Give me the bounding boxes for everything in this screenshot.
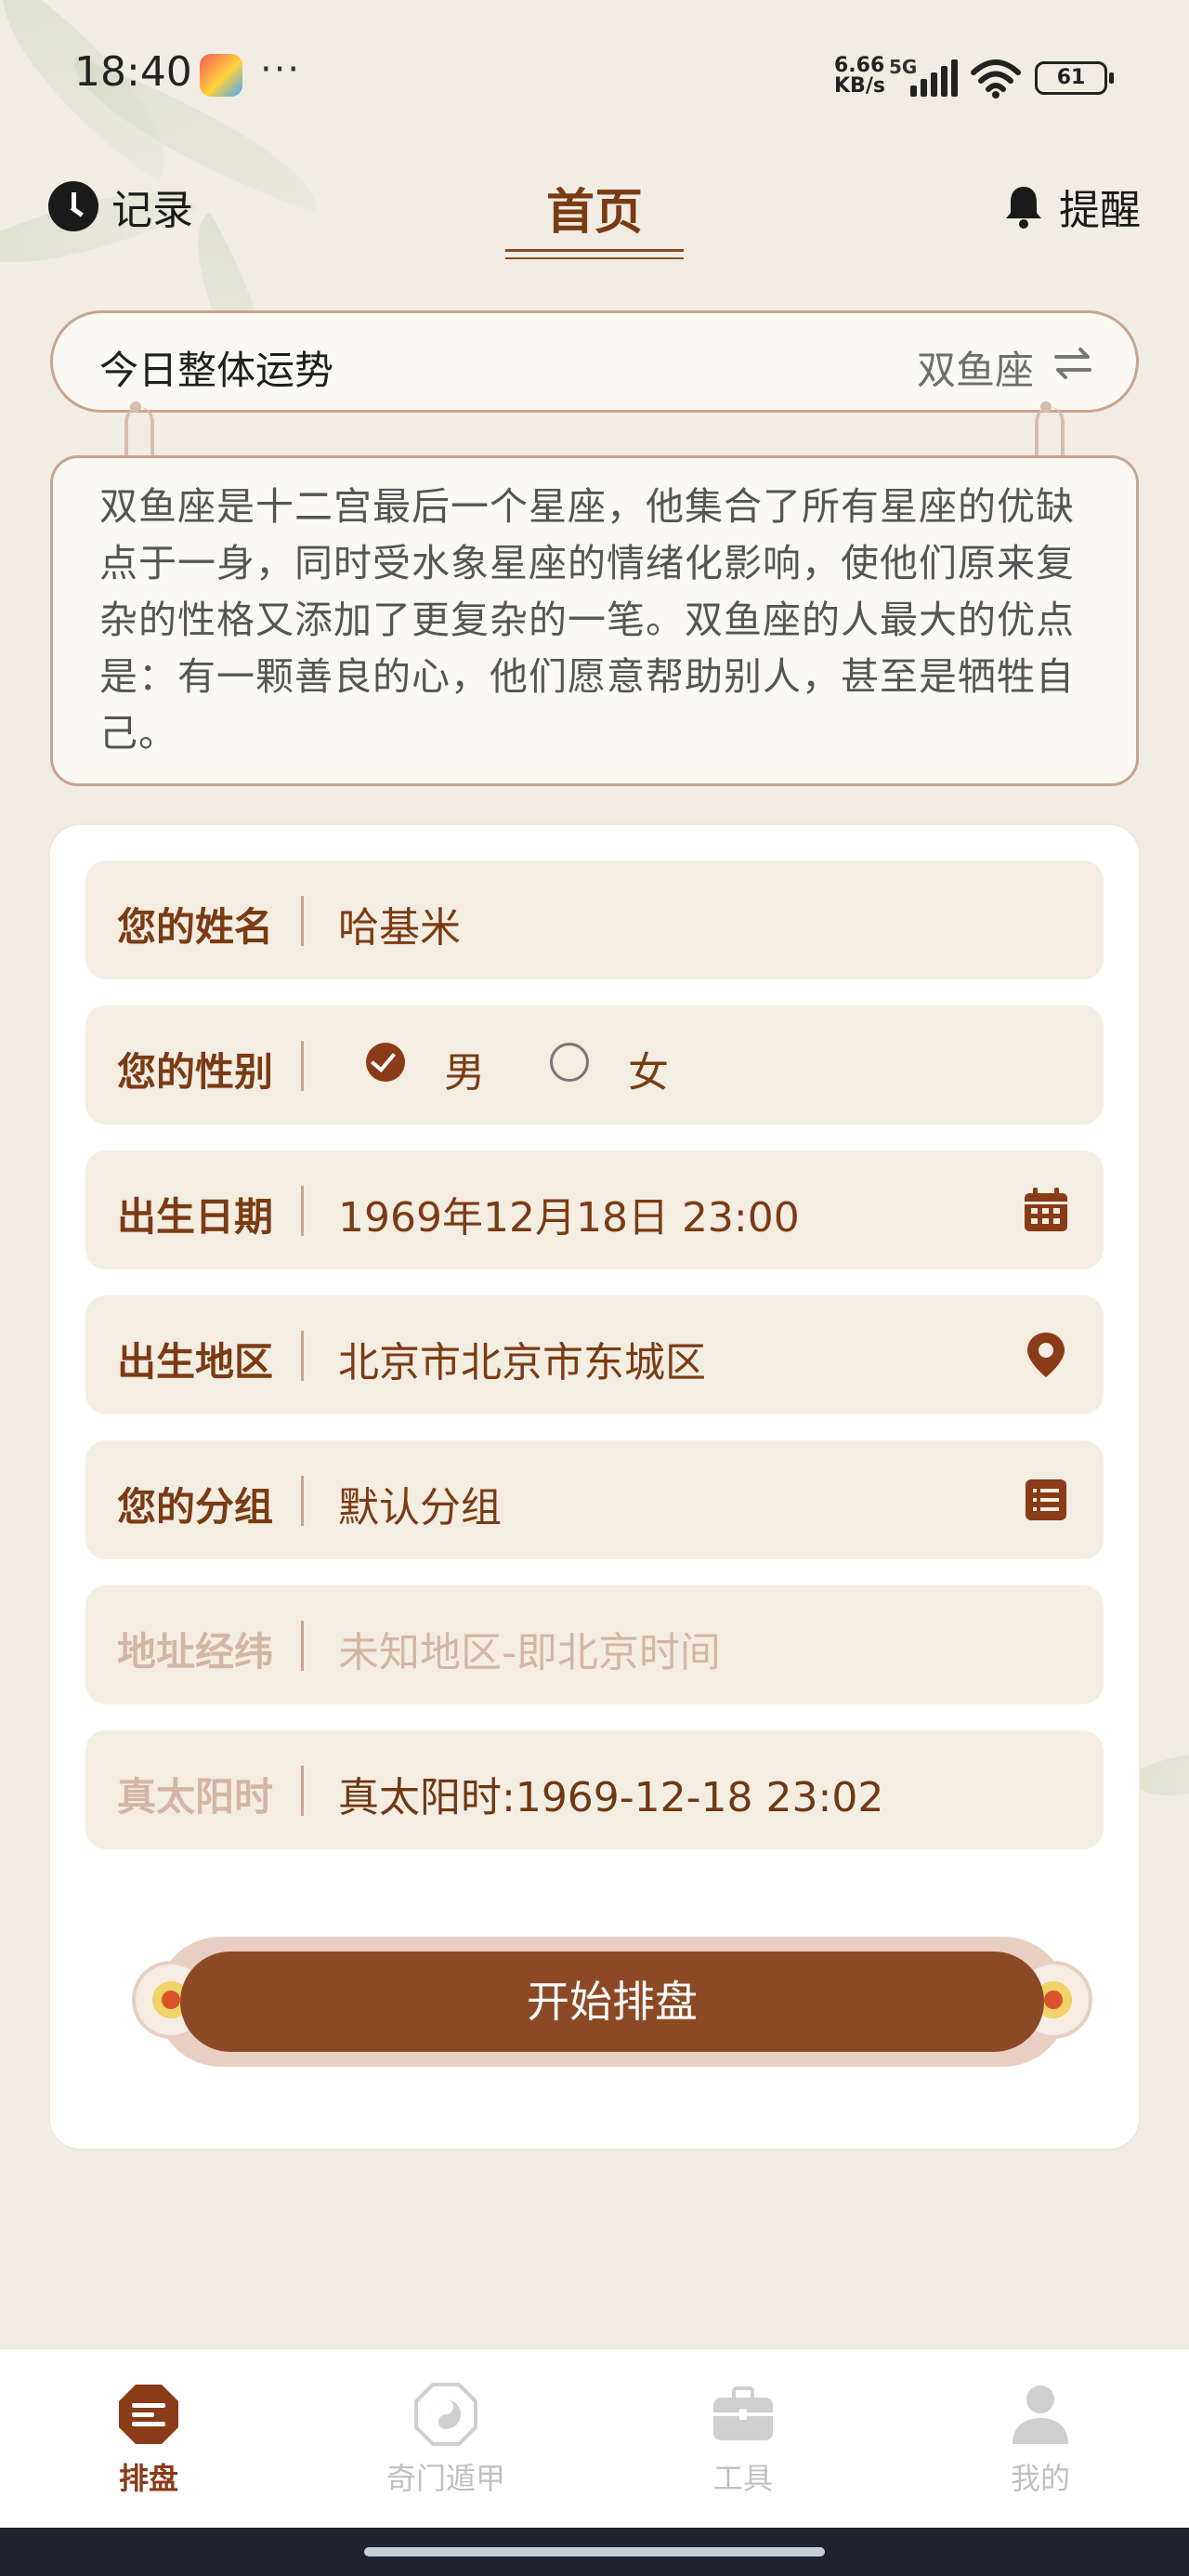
battery-indicator: 61	[1035, 61, 1114, 95]
gender-female-radio[interactable]	[550, 1043, 589, 1082]
records-label: 记录	[111, 187, 193, 234]
group-value[interactable]: 默认分组	[338, 1474, 502, 1533]
group-field[interactable]: 您的分组 默认分组	[85, 1440, 1104, 1559]
daily-fortune-title: 今日整体运势	[99, 348, 334, 393]
swap-icon[interactable]	[1052, 347, 1093, 380]
nav-label-qimen: 奇门遁甲	[385, 2461, 505, 2496]
nav-label-mine: 我的	[1010, 2461, 1070, 2496]
start-chart-button-wrap: 开始排盘	[132, 1937, 1092, 2067]
gender-male-label[interactable]: 男	[444, 1039, 485, 1098]
network-speed: 6.66 KB/s	[834, 56, 885, 97]
location-pin-icon[interactable]	[1022, 1331, 1070, 1379]
field-divider	[301, 1331, 304, 1381]
toolbox-icon	[712, 2383, 775, 2446]
home-indicator[interactable]	[364, 2547, 825, 2556]
start-chart-button[interactable]: 开始排盘	[180, 1952, 1044, 2052]
nav-item-qimen[interactable]: 奇门遁甲	[353, 2383, 539, 2498]
gender-female-label[interactable]: 女	[628, 1039, 669, 1098]
paipan-icon	[117, 2383, 180, 2446]
name-value[interactable]: 哈基米	[338, 894, 461, 953]
more-notifications-icon: ···	[260, 48, 302, 91]
gender-field: 您的性别 男 女	[85, 1005, 1104, 1124]
name-field[interactable]: 您的姓名 哈基米	[85, 861, 1104, 979]
birth-date-value[interactable]: 1969年12月18日 23:00	[338, 1184, 800, 1243]
records-button[interactable]: 记录	[48, 180, 193, 234]
birth-place-field[interactable]: 出生地区 北京市北京市东城区	[85, 1295, 1104, 1414]
bell-icon	[1006, 187, 1041, 229]
nav-label-tools: 工具	[712, 2461, 773, 2496]
calendar-icon[interactable]	[1022, 1186, 1070, 1234]
name-label: 您的姓名	[117, 904, 274, 950]
list-icon[interactable]	[1022, 1476, 1070, 1524]
signal-icon	[908, 59, 958, 97]
page-title: 首页	[545, 185, 643, 241]
solar-time-label: 真太阳时	[117, 1774, 274, 1820]
connector-knob	[1040, 401, 1052, 413]
birth-place-label: 出生地区	[117, 1339, 274, 1385]
field-divider	[301, 1186, 304, 1236]
bottom-nav: 排盘 奇门遁甲 工具 我的	[0, 2347, 1189, 2530]
gender-male-radio[interactable]	[366, 1043, 405, 1082]
network-speed-value: 6.66	[834, 54, 885, 77]
reminder-label: 提醒	[1059, 187, 1141, 234]
group-label: 您的分组	[117, 1484, 274, 1530]
connector-knob	[130, 401, 141, 413]
nav-label-paipan: 排盘	[118, 2461, 178, 2496]
system-home-bar	[0, 2528, 1189, 2576]
status-bar: 18:40 ··· 6.66 KB/s 5G 61	[0, 0, 1189, 158]
app-notification-icon	[200, 54, 242, 97]
field-divider	[301, 896, 304, 946]
birth-date-label: 出生日期	[117, 1194, 274, 1240]
solar-time-value: 真太阳时:1969-12-18 23:02	[338, 1774, 884, 1821]
birth-place-value[interactable]: 北京市北京市东城区	[338, 1329, 706, 1388]
solar-time-field: 真太阳时 真太阳时:1969-12-18 23:02	[85, 1730, 1104, 1849]
zodiac-description: 双鱼座是十二宫最后一个星座，他集合了所有星座的优缺点于一身，同时受水象星座的情绪…	[50, 455, 1139, 786]
bagua-icon	[414, 2383, 477, 2446]
nav-item-tools[interactable]: 工具	[650, 2383, 836, 2498]
coordinates-label: 地址经纬	[117, 1629, 274, 1675]
reminder-button[interactable]: 提醒	[1003, 180, 1141, 234]
gender-label: 您的性别	[117, 1049, 274, 1095]
coordinates-field[interactable]: 地址经纬 未知地区-即北京时间	[85, 1585, 1104, 1704]
field-divider	[301, 1621, 304, 1671]
birth-date-field[interactable]: 出生日期 1969年12月18日 23:00	[85, 1150, 1104, 1269]
daily-fortune-bar[interactable]: 今日整体运势 双鱼座	[50, 310, 1139, 413]
wifi-icon	[971, 59, 1021, 99]
title-underline	[505, 249, 684, 252]
nav-item-mine[interactable]: 我的	[947, 2383, 1133, 2498]
field-divider	[301, 1766, 304, 1816]
field-divider	[301, 1476, 304, 1526]
user-icon	[1009, 2383, 1072, 2446]
title-underline	[505, 257, 684, 259]
nav-item-paipan[interactable]: 排盘	[56, 2383, 242, 2498]
coordinates-placeholder[interactable]: 未知地区-即北京时间	[338, 1619, 721, 1678]
network-speed-unit: KB/s	[834, 74, 885, 98]
zodiac-sign: 双鱼座	[916, 348, 1034, 393]
status-time: 18:40	[74, 48, 192, 96]
field-divider	[301, 1041, 304, 1091]
clock-icon	[48, 181, 98, 231]
